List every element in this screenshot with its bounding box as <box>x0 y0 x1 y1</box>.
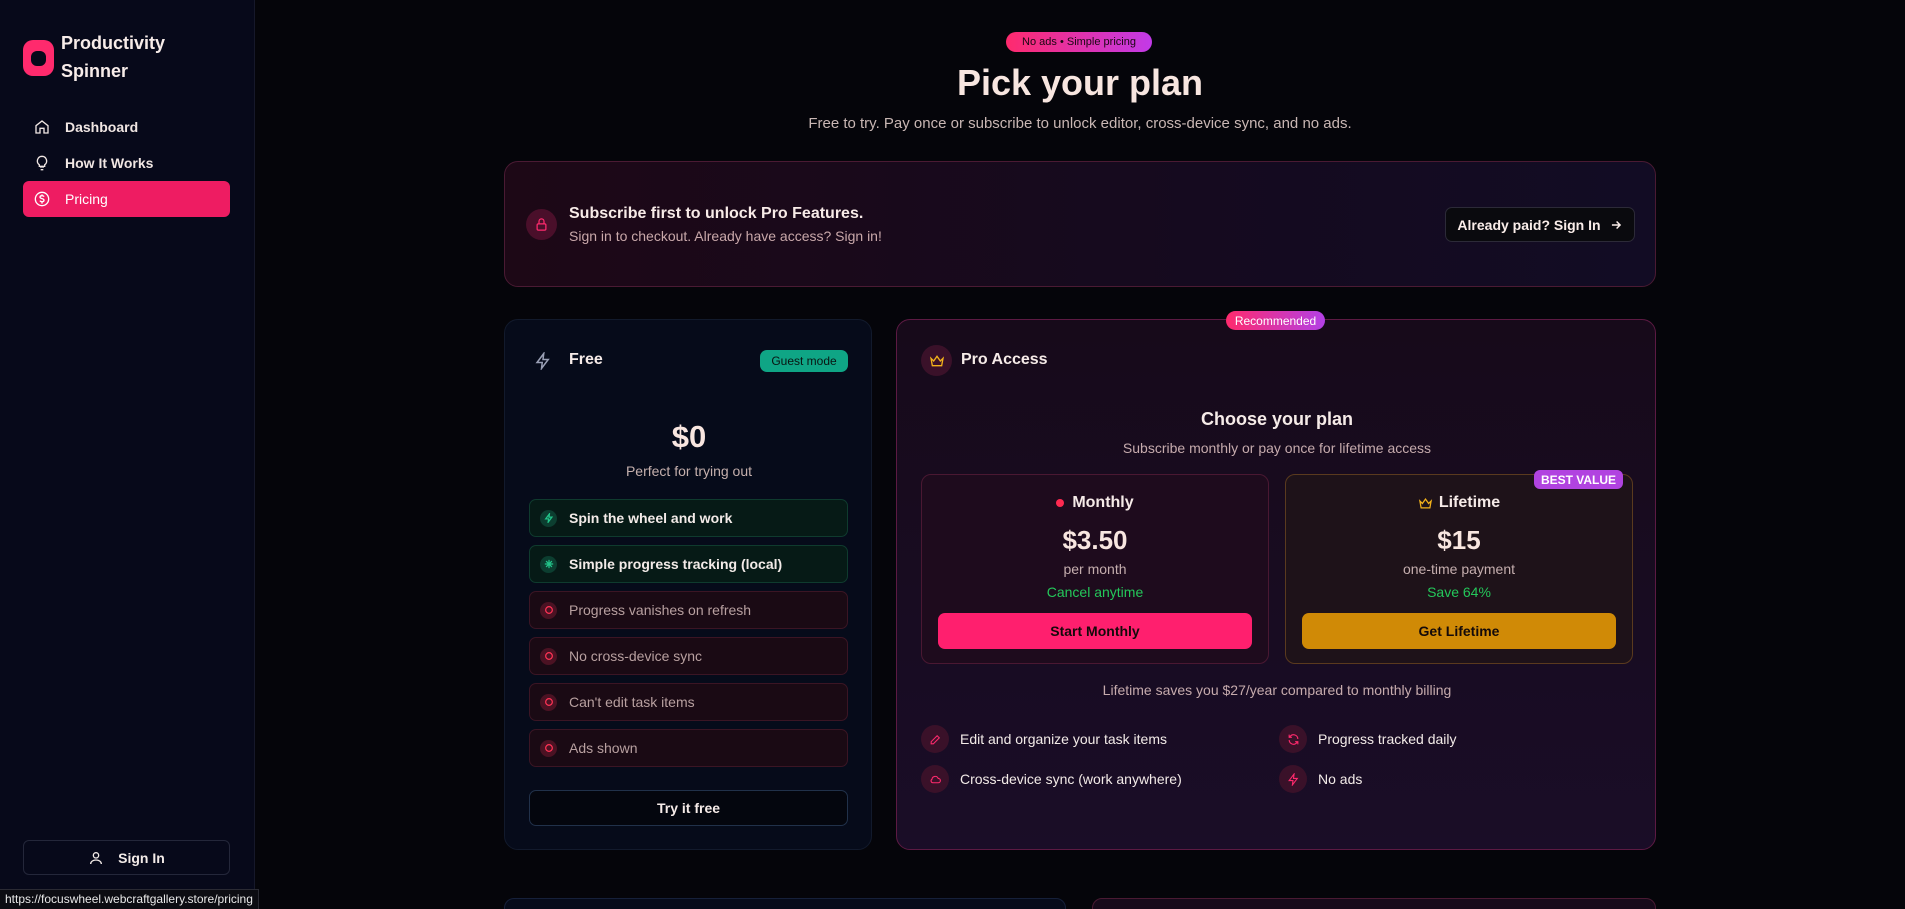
cloud-icon <box>921 765 949 793</box>
perk-label: No ads <box>1318 771 1363 787</box>
already-paid-sign-in-button[interactable]: Already paid? Sign In <box>1445 207 1635 242</box>
check-sparkle-icon <box>540 555 557 573</box>
notice-title: Subscribe first to unlock Pro Features. <box>569 205 864 222</box>
bolt-icon <box>534 352 554 372</box>
free-plan-price: $0 <box>671 419 707 454</box>
pro-plan-card: Pro Access Choose your plan Subscribe mo… <box>896 319 1656 850</box>
list-item: Simple progress tracking (local) <box>529 545 848 583</box>
page-subtitle: Free to try. Pay once or subscribe to un… <box>808 115 1352 132</box>
notice-text: Sign in to checkout. Already have access… <box>569 228 882 244</box>
choose-plan-subtitle: Subscribe monthly or pay once for lifeti… <box>1122 440 1432 456</box>
start-monthly-button[interactable]: Start Monthly <box>938 613 1252 649</box>
next-section-card <box>1092 898 1656 909</box>
list-item: Ads shown <box>529 729 848 767</box>
check-sparkle-icon <box>540 509 557 527</box>
sidebar-item-label: Dashboard <box>65 119 139 135</box>
lifetime-plan-name: Lifetime <box>1438 494 1501 511</box>
sidebar-item-how-it-works[interactable]: How It Works <box>23 145 230 181</box>
lifetime-plan-option[interactable]: Lifetime $15 one-time payment Save 64% G… <box>1285 474 1633 664</box>
list-item: Edit and organize your task items <box>921 725 1167 753</box>
brand-logo-icon <box>23 40 54 76</box>
list-item: No ads <box>1279 765 1362 793</box>
recommended-badge: Recommended <box>1226 311 1325 330</box>
sidebar: Productivity Spinner Dashboard How It Wo… <box>0 0 255 909</box>
perk-label: Progress tracked daily <box>1318 731 1457 747</box>
monthly-plan-price: $3.50 <box>1062 525 1128 555</box>
feature-label: No cross-device sync <box>569 648 703 664</box>
sign-in-label: Sign In <box>118 849 165 866</box>
best-value-badge: BEST VALUE <box>1534 470 1623 489</box>
monthly-plan-name: Monthly <box>1072 494 1134 511</box>
monthly-plan-term: per month <box>1063 561 1127 577</box>
free-plan-card: Free Guest mode $0 Perfect for trying ou… <box>504 319 872 850</box>
perk-label: Cross-device sync (work anywhere) <box>960 771 1182 787</box>
savings-line: Lifetime saves you $27/year compared to … <box>1102 682 1452 698</box>
monthly-plan-option[interactable]: Monthly $3.50 per month Cancel anytime S… <box>921 474 1269 664</box>
guest-mode-badge: Guest mode <box>760 350 848 372</box>
sidebar-item-pricing[interactable]: Pricing <box>23 181 230 217</box>
subscribe-notice: Subscribe first to unlock Pro Features. … <box>504 161 1656 287</box>
sidebar-item-label: Pricing <box>65 191 108 207</box>
sidebar-item-dashboard[interactable]: Dashboard <box>23 109 230 145</box>
x-circle-icon <box>540 693 557 711</box>
get-lifetime-button[interactable]: Get Lifetime <box>1302 613 1616 649</box>
sidebar-nav: Dashboard How It Works Pricing <box>23 109 230 217</box>
lifetime-plan-term: one-time payment <box>1402 561 1516 577</box>
pencil-icon <box>921 725 949 753</box>
next-section-card <box>504 898 1066 909</box>
x-circle-icon <box>540 739 557 757</box>
free-plan-note: Perfect for trying out <box>625 463 753 479</box>
list-item: Progress tracked daily <box>1279 725 1457 753</box>
list-item: Spin the wheel and work <box>529 499 848 537</box>
status-url: https://focuswheel.webcraftgallery.store… <box>0 889 259 909</box>
list-item: No cross-device sync <box>529 637 848 675</box>
app-root: Productivity Spinner Dashboard How It Wo… <box>0 0 1905 909</box>
list-item: Cross-device sync (work anywhere) <box>921 765 1182 793</box>
x-circle-icon <box>540 601 557 619</box>
crown-icon <box>921 345 952 376</box>
lifetime-plan-price: $15 <box>1437 525 1481 555</box>
perk-label: Edit and organize your task items <box>960 731 1167 747</box>
monthly-plan-header: Monthly <box>922 494 1268 512</box>
feature-label: Ads shown <box>569 740 638 756</box>
free-plan-title: Free <box>569 351 603 368</box>
brand-name: Productivity Spinner <box>61 33 166 81</box>
dot-icon <box>1056 499 1065 507</box>
feature-label: Simple progress tracking (local) <box>569 556 783 572</box>
lifetime-plan-header: Lifetime <box>1286 494 1632 512</box>
sidebar-item-label: How It Works <box>65 155 154 171</box>
try-free-button[interactable]: Try it free <box>529 790 848 826</box>
pro-plan-title: Pro Access <box>961 351 1048 368</box>
refresh-icon <box>1279 725 1307 753</box>
user-icon <box>88 850 104 866</box>
lifetime-plan-highlight: Save 64% <box>1427 584 1491 600</box>
crown-icon <box>1418 496 1433 511</box>
home-icon <box>34 119 50 135</box>
feature-label: Spin the wheel and work <box>569 510 733 526</box>
list-item: Can't edit task items <box>529 683 848 721</box>
dollar-circle-icon <box>34 191 50 207</box>
feature-label: Progress vanishes on refresh <box>569 602 752 618</box>
sign-in-button[interactable]: Sign In <box>23 840 230 875</box>
pricing-badge: No ads • Simple pricing <box>1006 32 1152 52</box>
free-feature-list: Spin the wheel and work Simple progress … <box>529 499 848 775</box>
lightbulb-icon <box>34 155 50 171</box>
lock-icon <box>526 209 557 240</box>
bolt-icon <box>1279 765 1307 793</box>
feature-label: Can't edit task items <box>569 694 695 710</box>
arrow-right-icon <box>1609 218 1623 232</box>
choose-plan-title: Choose your plan <box>1200 409 1353 429</box>
list-item: Progress vanishes on refresh <box>529 591 848 629</box>
page-title: Pick your plan <box>956 62 1204 103</box>
already-paid-label: Already paid? Sign In <box>1457 216 1601 233</box>
monthly-plan-highlight: Cancel anytime <box>1046 584 1144 600</box>
brand[interactable]: Productivity Spinner <box>23 29 191 85</box>
x-circle-icon <box>540 647 557 665</box>
